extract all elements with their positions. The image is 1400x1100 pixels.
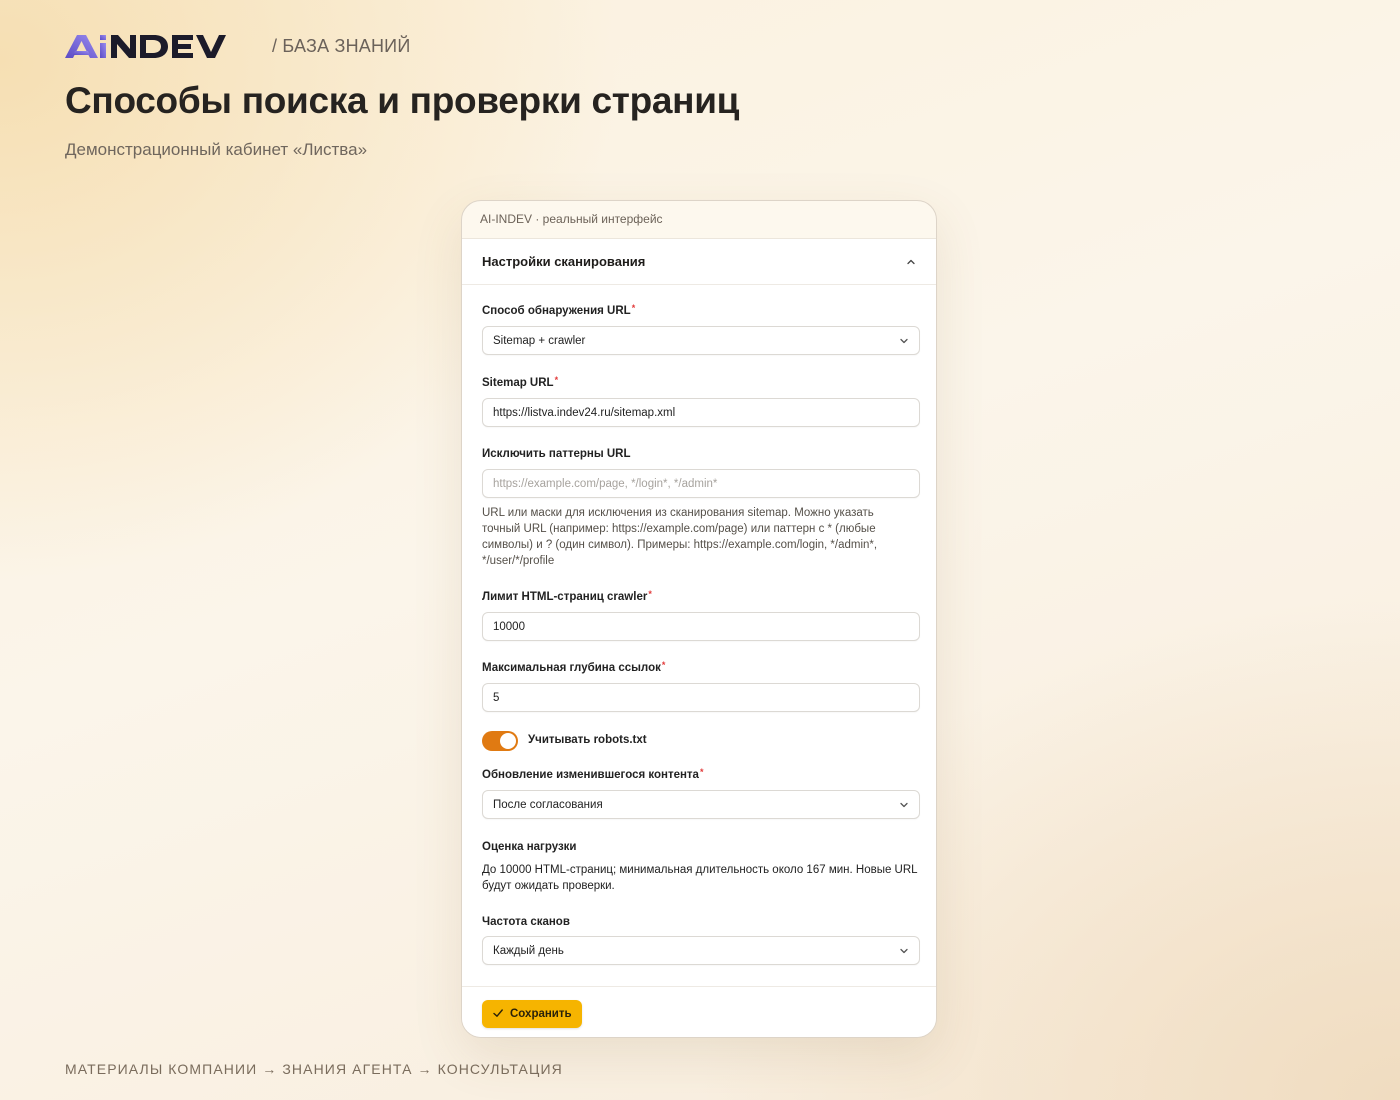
chevron-down-icon bbox=[899, 800, 909, 810]
chevron-up-icon[interactable] bbox=[906, 257, 916, 267]
panel-title: Настройки сканирования bbox=[482, 254, 646, 269]
required-marker: * bbox=[631, 303, 636, 313]
brand bbox=[65, 33, 251, 61]
page-limit-input[interactable] bbox=[482, 612, 920, 641]
chevron-down-icon bbox=[899, 336, 909, 346]
max-depth-label: Максимальная глубина ссылок* bbox=[482, 660, 666, 674]
update-select-value: После согласования bbox=[493, 798, 603, 811]
exclude-hint: URL или маски для исключения из сканиров… bbox=[482, 507, 878, 567]
exclude-patterns-input[interactable] bbox=[482, 469, 920, 498]
update-label: Обновление изменившегося контента* bbox=[482, 767, 704, 781]
discovery-select-value: Sitemap + crawler bbox=[493, 334, 586, 347]
footer-flow: МАТЕРИАЛЫ КОМПАНИИ → ЗНАНИЯ АГЕНТА → КОН… bbox=[65, 1061, 563, 1077]
robots-toggle[interactable] bbox=[482, 731, 518, 751]
max-depth-input[interactable] bbox=[482, 683, 920, 712]
toggle-knob bbox=[500, 733, 516, 749]
form-divider bbox=[462, 986, 936, 987]
required-marker: * bbox=[648, 589, 652, 599]
page-title: Способы поиска и проверки страниц bbox=[65, 80, 740, 121]
discovery-select[interactable]: Sitemap + crawler bbox=[482, 326, 920, 355]
breadcrumb[interactable]: / БАЗА ЗНАНИЙ bbox=[272, 36, 410, 57]
exclude-label: Исключить паттерны URL bbox=[482, 448, 631, 460]
chevron-down-icon bbox=[899, 946, 909, 956]
frequency-select-value: Каждый день bbox=[493, 944, 564, 957]
page-limit-label: Лимит HTML-страниц crawler* bbox=[482, 589, 652, 603]
load-estimate-text: До 10000 HTML-страниц; минимальная длите… bbox=[482, 864, 918, 892]
update-select[interactable]: После согласования bbox=[482, 790, 920, 819]
sitemap-url-input[interactable] bbox=[482, 398, 920, 427]
required-marker: * bbox=[661, 660, 666, 670]
aindev-logo[interactable] bbox=[65, 33, 251, 61]
frequency-label: Частота сканов bbox=[482, 916, 570, 928]
interface-preview-card: AI-INDEV · реальный интерфейс Настройки … bbox=[461, 200, 937, 1038]
sitemap-label: Sitemap URL* bbox=[482, 375, 559, 389]
discovery-label: Способ обнаружения URL* bbox=[482, 303, 636, 317]
robots-toggle-label[interactable]: Учитывать robots.txt bbox=[528, 734, 647, 746]
panel-header[interactable]: Настройки сканирования bbox=[462, 239, 936, 285]
required-marker: * bbox=[554, 375, 559, 385]
save-button[interactable]: Сохранить bbox=[482, 1000, 582, 1028]
required-marker: * bbox=[699, 767, 704, 777]
frequency-select[interactable]: Каждый день bbox=[482, 936, 920, 965]
card-caption: AI-INDEV · реальный интерфейс bbox=[480, 212, 663, 226]
scan-settings-panel: Настройки сканирования Способ обнаружени… bbox=[462, 238, 936, 1037]
save-button-label: Сохранить bbox=[510, 1008, 572, 1020]
load-estimate-label: Оценка нагрузки bbox=[482, 841, 577, 853]
check-icon bbox=[492, 1007, 504, 1022]
page-subtitle: Демонстрационный кабинет «Листва» bbox=[65, 140, 368, 159]
